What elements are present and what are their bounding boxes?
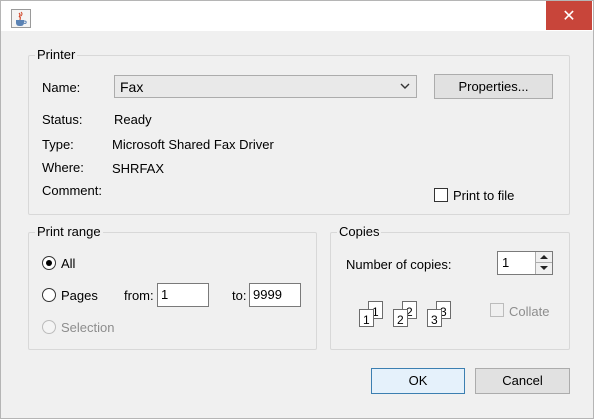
cancel-button-label: Cancel xyxy=(502,373,543,388)
cancel-button[interactable]: Cancel xyxy=(475,368,570,394)
copies-spinner[interactable]: 1 xyxy=(497,251,553,275)
chevron-down-icon xyxy=(399,79,411,93)
printer-legend: Printer xyxy=(35,47,78,62)
name-label: Name: xyxy=(42,80,81,95)
ok-button-label: OK xyxy=(408,373,428,388)
selection-label[interactable]: Selection xyxy=(61,320,114,335)
where-value: SHRFAX xyxy=(112,161,165,176)
all-radio[interactable] xyxy=(42,256,56,270)
status-value: Ready xyxy=(114,112,152,127)
copies-group: Copies xyxy=(330,224,570,350)
where-label: Where: xyxy=(42,160,84,175)
collate-pages-icon-3: 3 3 xyxy=(427,301,453,329)
properties-button[interactable]: Properties... xyxy=(434,74,553,99)
type-value: Microsoft Shared Fax Driver xyxy=(112,137,274,152)
to-page-input[interactable]: 9999 xyxy=(249,283,301,307)
ok-button[interactable]: OK xyxy=(371,368,465,394)
from-page-input[interactable]: 1 xyxy=(157,283,209,307)
pages-label[interactable]: Pages xyxy=(61,288,98,303)
title-bar[interactable]: ✕ xyxy=(1,1,593,31)
printer-name-value: Fax xyxy=(120,79,144,95)
collate-label[interactable]: Collate xyxy=(509,304,549,319)
collate-checkbox[interactable] xyxy=(490,303,504,317)
print-to-file-label[interactable]: Print to file xyxy=(453,188,514,203)
all-label[interactable]: All xyxy=(61,256,75,271)
collate-pages-icon-2: 2 2 xyxy=(393,301,419,329)
selection-radio[interactable] xyxy=(42,320,56,334)
status-label: Status: xyxy=(42,112,83,127)
java-coffee-icon xyxy=(11,9,31,28)
properties-button-label: Properties... xyxy=(458,79,529,94)
copies-legend: Copies xyxy=(337,224,382,239)
from-label: from: xyxy=(124,288,154,303)
close-button[interactable]: ✕ xyxy=(546,1,592,30)
spin-up-button[interactable] xyxy=(535,252,552,263)
print-dialog: ✕ Printer Name: Fax Properties... Status… xyxy=(0,0,594,419)
spin-down-button[interactable] xyxy=(535,263,552,274)
pages-radio[interactable] xyxy=(42,288,56,302)
type-label: Type: xyxy=(42,137,74,152)
copies-value: 1 xyxy=(502,255,510,270)
to-label: to: xyxy=(232,288,247,303)
print-range-legend: Print range xyxy=(35,224,103,239)
printer-name-dropdown[interactable]: Fax xyxy=(114,75,417,98)
collate-pages-icon-1: 1 1 xyxy=(359,301,385,329)
comment-label: Comment: xyxy=(42,183,102,198)
print-to-file-checkbox[interactable] xyxy=(434,188,448,202)
number-of-copies-label: Number of copies: xyxy=(346,257,452,272)
